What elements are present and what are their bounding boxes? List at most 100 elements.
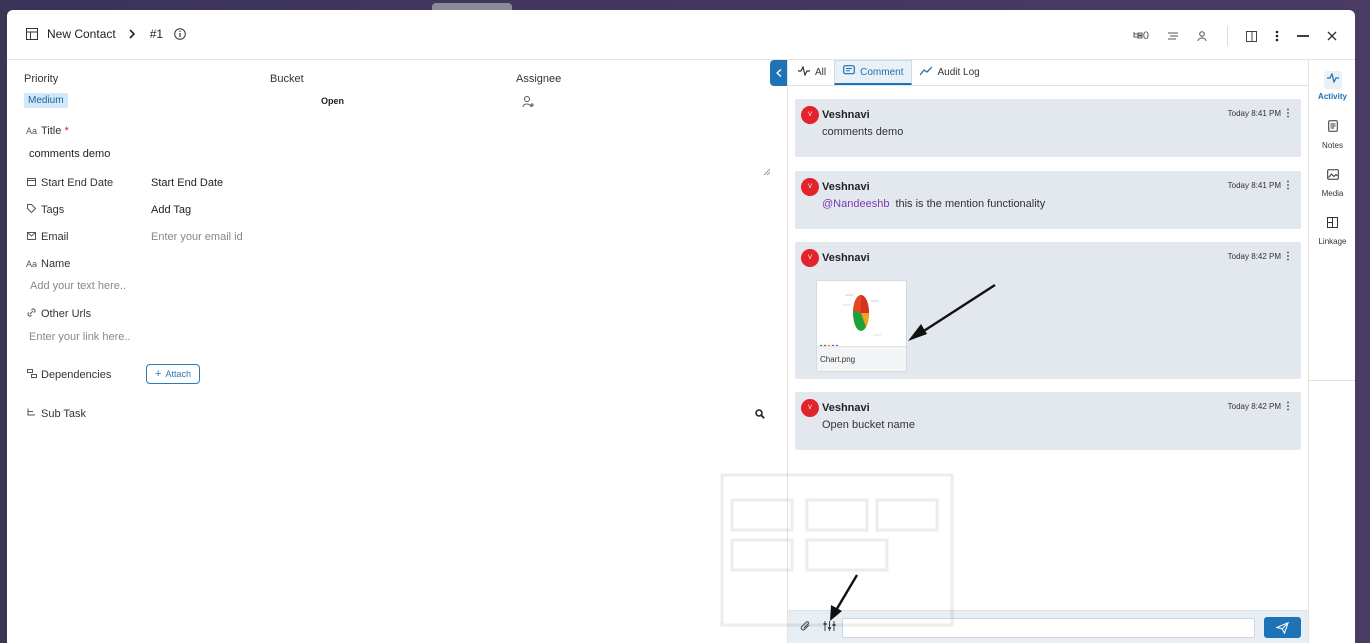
annotation-arrow: [908, 283, 996, 341]
start-end-date-label: Start End Date: [26, 177, 113, 189]
attach-button[interactable]: + Attach: [146, 364, 200, 384]
comment-time: Today 8:42 PM: [1227, 402, 1281, 411]
text-field-icon: Aa: [26, 259, 38, 269]
rail-divider: [1309, 380, 1355, 381]
collapse-panel-button[interactable]: [770, 60, 788, 86]
add-assignee-icon[interactable]: [522, 95, 535, 111]
comment-menu-icon[interactable]: ⋮: [1283, 401, 1293, 412]
subtask-label-text: Sub Task: [41, 408, 87, 420]
email-label-text: Email: [41, 231, 69, 243]
tab-audit-log[interactable]: Audit Log: [912, 60, 987, 85]
trend-icon: [919, 66, 933, 79]
name-input[interactable]: Add your text here..: [30, 280, 126, 292]
rail-activity[interactable]: Activity: [1309, 71, 1355, 101]
dependencies-icon: [26, 369, 37, 380]
notes-icon: [1324, 120, 1342, 138]
modal-header: New Contact #1 0: [7, 10, 1355, 60]
comment-menu-icon[interactable]: ⋮: [1283, 108, 1293, 119]
comment-body: this is the mention functionality: [895, 198, 1046, 210]
assignee-label: Assignee: [516, 73, 562, 85]
urls-label: Other Urls: [26, 308, 91, 320]
split-view-icon[interactable]: [1246, 27, 1257, 45]
comment-time: Today 8:41 PM: [1227, 181, 1281, 190]
tab-all[interactable]: All: [790, 60, 834, 85]
add-tag-button[interactable]: Add Tag: [151, 204, 191, 216]
comment-text: Open bucket name: [822, 419, 915, 431]
rail-media[interactable]: Media: [1309, 168, 1355, 198]
urls-label-text: Other Urls: [41, 308, 92, 320]
comment-card: V Veshnavi Today 8:42 PM ⋮ Open bucket n…: [795, 392, 1301, 450]
attach-label: Attach: [165, 369, 191, 379]
start-end-date-picker[interactable]: Start End Date: [151, 177, 223, 189]
assign-user-icon[interactable]: [1197, 27, 1209, 45]
bucket-label: Bucket: [270, 73, 304, 85]
priority-label: Priority: [24, 73, 59, 85]
urls-input[interactable]: Enter your link here..: [29, 331, 131, 343]
record-id: #1: [149, 27, 164, 41]
avatar: V: [801, 106, 819, 124]
required-marker: *: [64, 125, 69, 137]
rail-linkage-label: Linkage: [1318, 237, 1347, 246]
title-input[interactable]: comments demo: [29, 148, 110, 160]
header-actions: 0: [1115, 26, 1337, 46]
activity-icon: [1323, 71, 1342, 89]
tags-label: Tags: [26, 204, 64, 216]
attachment-thumbnail[interactable]: Chart.png: [816, 280, 907, 372]
divider: [1227, 26, 1228, 46]
subtask-count: 0: [1142, 30, 1149, 42]
link-icon: [26, 308, 37, 319]
subtask-icon: [1133, 32, 1143, 39]
priority-badge[interactable]: Medium: [24, 93, 68, 108]
resize-handle-icon[interactable]: [763, 166, 771, 178]
plus-icon: +: [155, 368, 162, 380]
dependencies-label: Dependencies: [26, 369, 111, 381]
subtask-label: Sub Task: [26, 408, 86, 420]
email-label: Email: [26, 231, 69, 243]
pulse-icon: [798, 65, 810, 79]
activity-tabs: All Comment Audit Log: [788, 60, 1308, 86]
bucket-value[interactable]: Open: [321, 96, 344, 106]
subtask-count-button[interactable]: 0: [1133, 27, 1149, 45]
tab-comment[interactable]: Comment: [834, 60, 913, 85]
calendar-icon: [26, 177, 37, 188]
email-input[interactable]: Enter your email id: [151, 231, 243, 243]
name-label-text: Name: [41, 258, 71, 270]
avatar: V: [801, 178, 819, 196]
avatar: V: [801, 249, 819, 267]
text-field-icon: Aa: [26, 126, 38, 136]
title-label-text: Title: [41, 125, 62, 137]
tag-icon: [26, 204, 37, 215]
minimize-icon[interactable]: [1297, 27, 1309, 45]
board-icon: [25, 27, 39, 41]
comment-menu-icon[interactable]: ⋮: [1283, 180, 1293, 191]
mention-link[interactable]: @Nandeeshb: [822, 198, 889, 210]
comment-author: Veshnavi: [822, 109, 870, 121]
comment-author: Veshnavi: [822, 402, 870, 414]
rail-linkage[interactable]: Linkage: [1309, 216, 1355, 246]
tab-all-label: All: [815, 67, 827, 78]
comment-time: Today 8:41 PM: [1227, 109, 1281, 118]
chevron-left-icon: [776, 69, 782, 77]
rail-media-label: Media: [1321, 189, 1344, 198]
tab-audit-log-label: Audit Log: [937, 67, 980, 78]
comment-author: Veshnavi: [822, 181, 870, 193]
media-icon: [1324, 168, 1342, 186]
comment-card: V Veshnavi Today 8:41 PM ⋮ comments demo: [795, 99, 1301, 157]
comment-menu-icon[interactable]: ⋮: [1283, 251, 1293, 262]
search-icon[interactable]: [755, 409, 765, 422]
details-panel: Priority Medium Bucket Open Assignee Aa T…: [7, 60, 787, 643]
comment-icon: [843, 65, 856, 79]
close-icon[interactable]: [1327, 27, 1337, 45]
page-title[interactable]: New Contact: [47, 27, 116, 41]
info-icon[interactable]: [173, 27, 187, 41]
more-options-icon[interactable]: [1275, 27, 1279, 45]
align-icon[interactable]: [1167, 27, 1179, 45]
send-button[interactable]: [1264, 617, 1301, 638]
dependencies-label-text: Dependencies: [41, 369, 112, 381]
mail-icon: [26, 232, 37, 242]
subtask-icon: [26, 408, 37, 419]
annotation-arrow: [830, 574, 859, 621]
tab-comment-label: Comment: [860, 66, 904, 78]
rail-notes[interactable]: Notes: [1309, 120, 1355, 150]
chart-thumbnail-image: [819, 294, 881, 347]
